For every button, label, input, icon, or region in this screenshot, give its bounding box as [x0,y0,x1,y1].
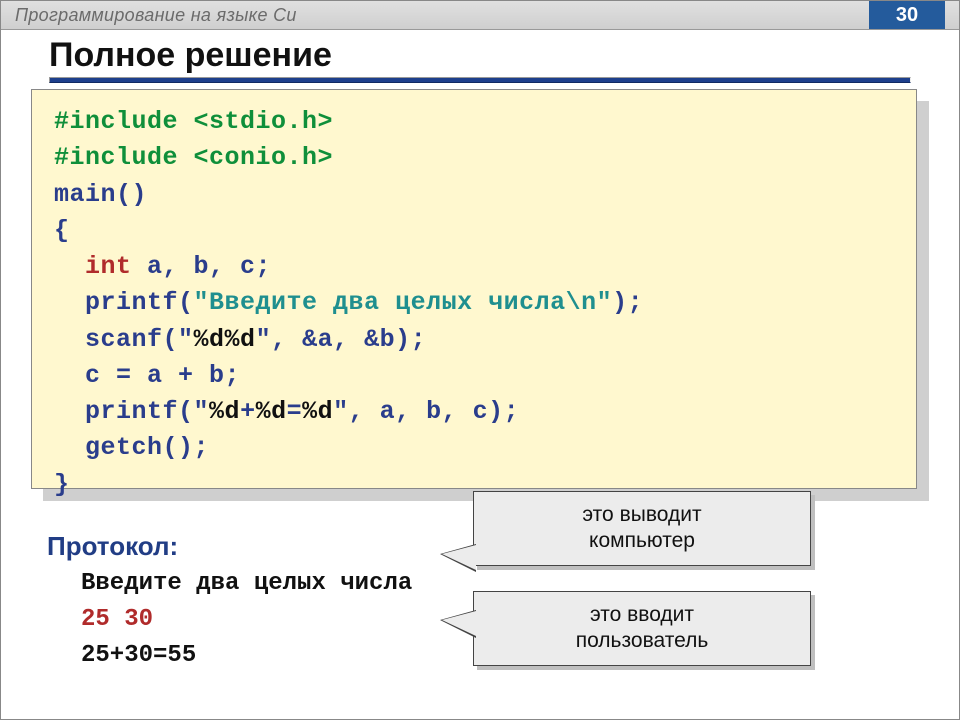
callout-text: компьютер [496,528,788,554]
topbar-title: Программирование на языке Си [15,5,297,26]
code-line-2: #include <conio.h> [54,140,894,176]
code-line-6: printf("Введите два целых числа\n"); [54,285,894,321]
callout-text: это вводит [496,602,788,628]
callout-tail [440,544,476,572]
protocol-line-3: 25+30=55 [47,638,412,674]
code-line-10: getch(); [54,430,894,466]
code-line-5: int a, b, c; [54,249,894,285]
callout-user-input: это вводит пользователь [473,591,811,666]
page-number: 30 [869,1,945,29]
protocol-line-1: Введите два целых числа [47,566,412,602]
code-line-9: printf("%d+%d=%d", a, b, c); [54,394,894,430]
code-line-8: c = a + b; [54,358,894,394]
callout-computer-output: это выводит компьютер [473,491,811,566]
code-box: #include <stdio.h> #include <conio.h> ma… [31,89,917,489]
topbar: Программирование на языке Си 30 [1,1,959,30]
code-line-7: scanf("%d%d", &a, &b); [54,322,894,358]
title-rule [49,77,911,83]
code-line-1: #include <stdio.h> [54,104,894,140]
callout-text: это выводит [496,502,788,528]
protocol-title: Протокол: [47,527,412,566]
slide: Программирование на языке Си 30 Полное р… [0,0,960,720]
code-line-3: main() [54,177,894,213]
code-line-4: { [54,213,894,249]
slide-title: Полное решение [49,36,911,75]
title-area: Полное решение [1,30,959,83]
protocol-block: Протокол: Введите два целых числа 25 30 … [47,527,412,674]
callout-tail [440,610,476,638]
protocol-line-2: 25 30 [47,602,412,638]
callout-text: пользователь [496,628,788,654]
